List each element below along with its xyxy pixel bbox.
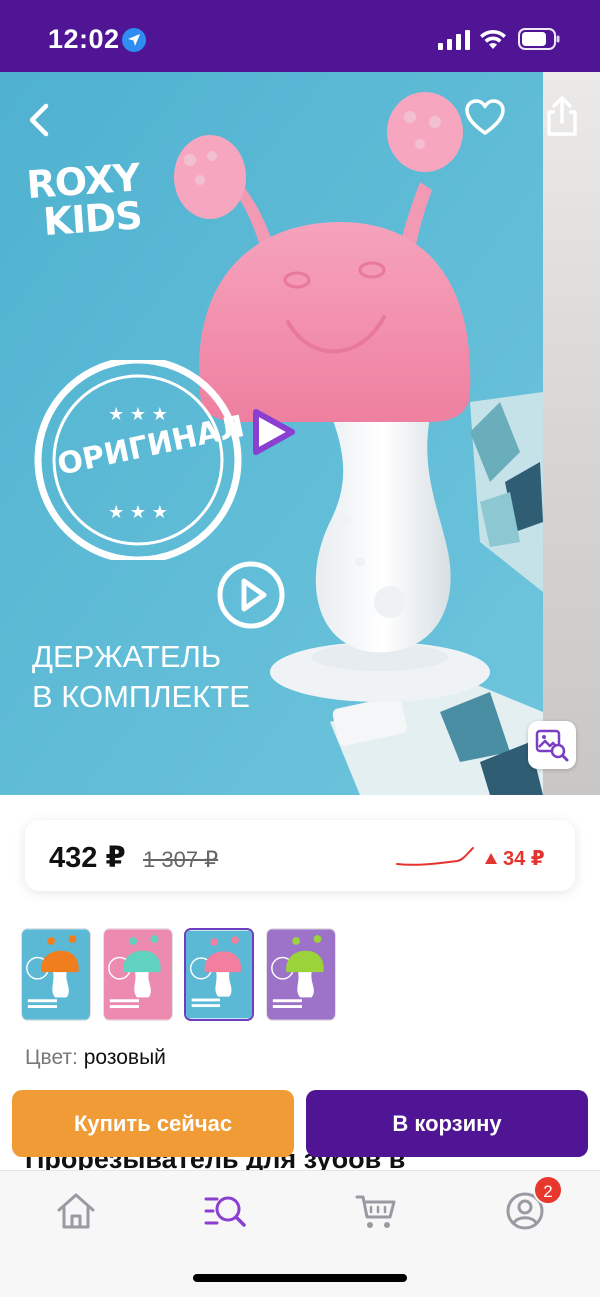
share-icon[interactable] [543,94,581,138]
color-selector-label: Цвет: розовый [25,1046,166,1070]
home-indicator[interactable] [193,1274,407,1282]
variant-thumb-mint[interactable] [103,928,173,1021]
svg-text:★ ★ ★: ★ ★ ★ [108,404,168,425]
variant-mint-image [104,929,172,1020]
svg-text:★ ★ ★: ★ ★ ★ [108,502,168,523]
old-price: 1 307 ₽ [143,847,219,872]
variant-thumb-lime[interactable] [266,928,336,1021]
price-up-arrow-icon [485,853,497,864]
color-label: Цвет: [25,1046,78,1069]
variant-pink-image [186,930,252,1019]
battery-icon [518,28,560,50]
profile-notification-badge: 2 [533,1175,563,1205]
image-search-icon [535,729,569,762]
variant-orange-image [22,929,90,1020]
caption-line1: ДЕРЖАТЕЛЬ [32,639,222,674]
price-card[interactable]: 432 ₽ 1 307 ₽ 34 ₽ [25,820,575,891]
tab-home[interactable] [54,1189,98,1233]
product-gallery[interactable]: ROXY KIDS ★ ★ ★ ★ ★ ★ ОРИГИНАЛ ДЕРЖАТЕЛЬ… [0,72,600,795]
brand-logo: ROXY KIDS [25,155,148,246]
cellular-signal-icon [438,30,470,50]
home-icon [57,1193,95,1229]
buy-now-button[interactable]: Купить сейчас [12,1090,294,1157]
price-change: 34 ₽ [485,846,545,871]
wifi-icon [480,29,506,49]
status-bar: 12:02 [0,0,600,72]
current-price: 432 ₽ [49,842,126,874]
back-chevron-icon[interactable] [20,98,60,142]
catalog-search-icon [204,1196,246,1227]
variant-thumb-orange[interactable] [21,928,91,1021]
color-variants [21,928,341,1022]
holder-included-caption: ДЕРЖАТЕЛЬ В КОМПЛЕКТЕ [32,637,250,717]
price-history-sparkline [396,847,474,866]
brand-logo-line2: KIDS [41,193,144,245]
variant-thumb-pink[interactable] [184,928,254,1021]
variant-lime-image [267,929,335,1020]
status-time: 12:02 [48,24,120,54]
next-photo-peek[interactable] [543,72,600,795]
cart-icon [355,1195,396,1228]
tab-catalog[interactable] [203,1189,247,1233]
image-search-button[interactable] [528,721,576,769]
tab-cart[interactable] [354,1189,398,1233]
location-arrow-icon [122,28,146,52]
add-to-cart-button[interactable]: В корзину [306,1090,588,1157]
play-triangle-icon [253,409,295,455]
color-value: розовый [83,1046,166,1069]
price-change-value: 34 ₽ [503,848,545,870]
play-video-button[interactable] [216,560,286,630]
favorite-heart-icon[interactable] [464,98,506,138]
caption-line2: В КОМПЛЕКТЕ [32,679,250,714]
